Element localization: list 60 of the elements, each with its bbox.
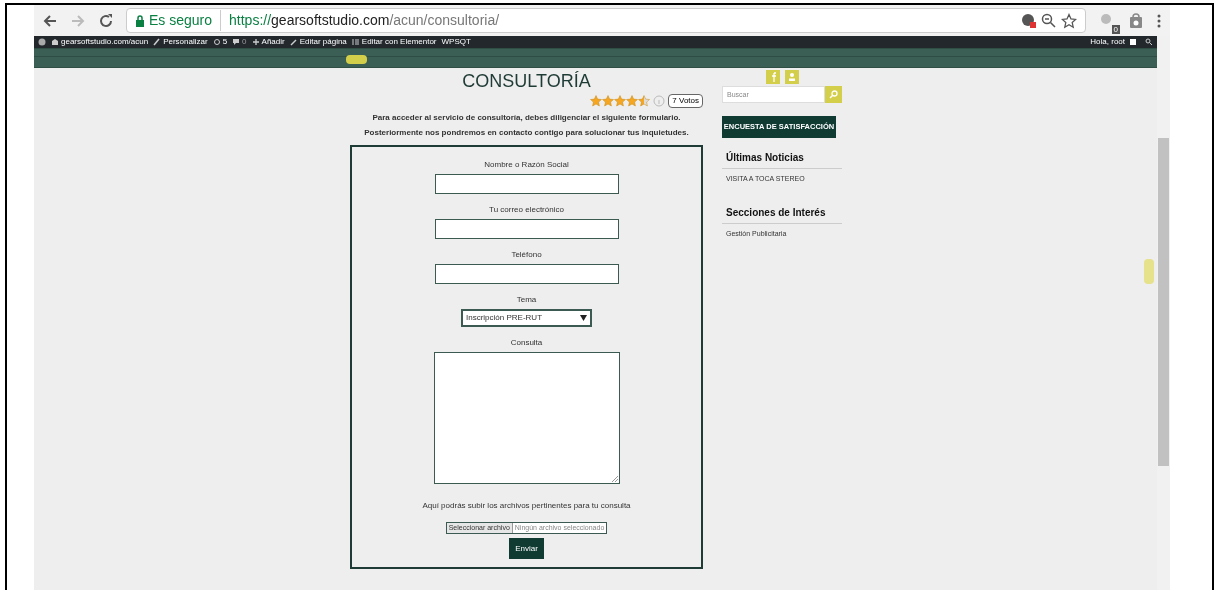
forward-icon[interactable] xyxy=(70,12,86,29)
facebook-icon[interactable] xyxy=(766,70,780,84)
admin-bar-link[interactable]: Personalizar xyxy=(163,36,208,48)
widget-title: Últimas Noticias xyxy=(725,150,805,165)
bag-icon[interactable] xyxy=(1128,12,1144,29)
votes-count: 7 Votos xyxy=(668,94,703,108)
widget-title: Secciones de Interés xyxy=(725,205,827,220)
admin-bar-link[interactable]: gearsoftstudio.com/acun xyxy=(61,36,149,48)
admin-bar-link[interactable]: 0 xyxy=(242,36,247,48)
upload-hint: Aquí podrás subir los archivos pertinentes para tu consulta xyxy=(422,500,631,512)
intro-text: Posteriormente nos pondremos en contacto contigo para solucionar tus inquietudes. xyxy=(364,127,689,139)
address-bar[interactable]: Es seguro https://gearsoftstudio.com/acun/consultoria/ xyxy=(126,8,1086,33)
caret-icon xyxy=(580,315,587,321)
pencil-icon xyxy=(289,38,298,46)
input-field[interactable] xyxy=(434,174,619,194)
greeting-link[interactable]: Hola, root xyxy=(1090,36,1125,48)
intro-text: Para acceder al servicio de consultoría, debes diligenciar el siguiente formulario. xyxy=(372,112,681,124)
extension-badge: 0 xyxy=(1111,24,1120,34)
input-field[interactable] xyxy=(434,219,619,239)
reload-icon[interactable] xyxy=(98,12,114,29)
menu-icon[interactable] xyxy=(1156,12,1162,29)
security-label: Es seguro xyxy=(149,10,222,31)
star-icon[interactable] xyxy=(626,95,639,107)
admin-bar-link[interactable]: Editar con Elementor xyxy=(361,36,437,48)
info-icon xyxy=(653,95,666,107)
star-icon[interactable] xyxy=(638,95,651,107)
admin-bar-link[interactable]: Editar página xyxy=(299,36,347,48)
admin-bar-link[interactable]: WPSQT xyxy=(441,36,471,48)
url-text: https://gearsoftstudio.com/acun/consultoria/ xyxy=(228,11,500,30)
input-field[interactable] xyxy=(434,264,619,284)
avatar-icon xyxy=(1130,39,1136,45)
select-dropdown[interactable]: Inscripción PRE-RUT xyxy=(461,309,592,327)
home-icon xyxy=(51,38,59,46)
cookie-blocked-icon xyxy=(1021,12,1037,29)
field-label: Nombre o Razón Social xyxy=(484,159,569,171)
field-label: Consulta xyxy=(510,337,543,349)
text-area[interactable] xyxy=(433,352,620,484)
field-label: Tema xyxy=(516,294,537,306)
field-label: Teléfono xyxy=(511,249,542,261)
comment-icon xyxy=(232,38,241,46)
lock-icon xyxy=(135,14,145,27)
search-icon[interactable] xyxy=(1145,38,1153,46)
search-button[interactable] xyxy=(825,86,842,103)
page-title: CONSULTORÍA xyxy=(462,70,591,92)
admin-bar-link[interactable]: Añadir xyxy=(261,36,285,48)
star-icon[interactable] xyxy=(602,95,615,107)
star-icon[interactable] xyxy=(590,95,603,107)
star-icon[interactable] xyxy=(1061,12,1077,29)
scrollbar-thumb[interactable] xyxy=(1158,138,1169,466)
star-icon[interactable] xyxy=(614,95,627,107)
zoom-out-icon[interactable] xyxy=(1041,12,1057,29)
field-label: Tu correo electrónico xyxy=(489,204,564,216)
wordpress-icon[interactable] xyxy=(38,38,46,46)
plus-icon xyxy=(251,38,260,46)
admin-bar-link[interactable]: 5 xyxy=(222,36,228,48)
user-icon[interactable] xyxy=(785,70,799,84)
resize-handle-icon[interactable] xyxy=(610,475,618,482)
submit-button[interactable]: Enviar xyxy=(509,538,544,559)
back-icon[interactable] xyxy=(42,12,58,29)
search-icon xyxy=(829,90,838,99)
